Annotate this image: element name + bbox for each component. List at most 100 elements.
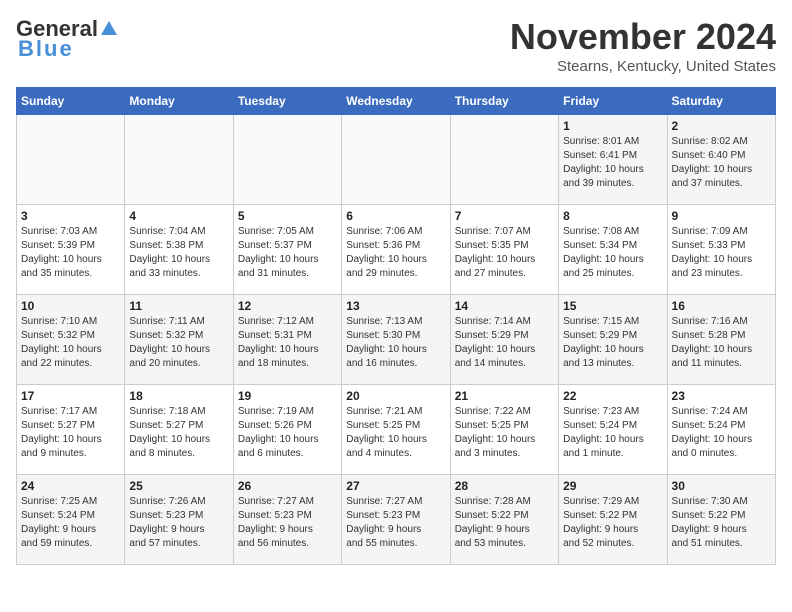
calendar-cell: 16 Sunrise: 7:16 AMSunset: 5:28 PMDayligh… bbox=[667, 295, 775, 385]
calendar-cell: 26 Sunrise: 7:27 AMSunset: 5:23 PMDayligh… bbox=[233, 475, 341, 565]
day-detail: Sunrise: 7:11 AMSunset: 5:32 PMDaylight:… bbox=[129, 315, 228, 371]
day-number: 21 bbox=[455, 389, 554, 403]
day-number: 24 bbox=[21, 479, 120, 493]
calendar-cell bbox=[125, 115, 233, 205]
day-detail: Sunrise: 7:03 AMSunset: 5:39 PMDaylight:… bbox=[21, 225, 120, 281]
calendar-cell: 22 Sunrise: 7:23 AMSunset: 5:24 PMDayligh… bbox=[559, 385, 667, 475]
day-number: 17 bbox=[21, 389, 120, 403]
day-number: 8 bbox=[563, 209, 662, 223]
day-detail: Sunrise: 7:05 AMSunset: 5:37 PMDaylight:… bbox=[238, 225, 337, 281]
calendar-cell: 5 Sunrise: 7:05 AMSunset: 5:37 PMDaylight… bbox=[233, 205, 341, 295]
day-detail: Sunrise: 8:01 AMSunset: 6:41 PMDaylight:… bbox=[563, 135, 662, 191]
calendar-cell: 18Sunrise: 7:18 AMSunset: 5:27 PMDayligh… bbox=[125, 385, 233, 475]
day-number: 2 bbox=[672, 119, 771, 133]
day-number: 19 bbox=[238, 389, 337, 403]
day-detail: Sunrise: 7:07 AMSunset: 5:35 PMDaylight:… bbox=[455, 225, 554, 281]
day-number: 28 bbox=[455, 479, 554, 493]
day-number: 16 bbox=[672, 299, 771, 313]
day-detail: Sunrise: 7:06 AMSunset: 5:36 PMDaylight:… bbox=[346, 225, 445, 281]
calendar-cell: 7Sunrise: 7:07 AMSunset: 5:35 PMDaylight… bbox=[450, 205, 558, 295]
day-detail: Sunrise: 7:17 AMSunset: 5:27 PMDaylight:… bbox=[21, 405, 120, 461]
weekday-header-monday: Monday bbox=[125, 88, 233, 115]
calendar-week-5: 24 Sunrise: 7:25 AMSunset: 5:24 PMDayligh… bbox=[17, 475, 776, 565]
month-title: November 2024 bbox=[510, 16, 776, 58]
location: Stearns, Kentucky, United States bbox=[510, 58, 776, 75]
weekday-header-sunday: Sunday bbox=[17, 88, 125, 115]
day-number: 1 bbox=[563, 119, 662, 133]
calendar-cell bbox=[233, 115, 341, 205]
calendar-header-row: SundayMondayTuesdayWednesdayThursdayFrid… bbox=[17, 88, 776, 115]
day-detail: Sunrise: 7:04 AMSunset: 5:38 PMDaylight:… bbox=[129, 225, 228, 281]
calendar-cell: 21 Sunrise: 7:22 AMSunset: 5:25 PMDayligh… bbox=[450, 385, 558, 475]
calendar-cell: 25 Sunrise: 7:26 AMSunset: 5:23 PMDayligh… bbox=[125, 475, 233, 565]
day-number: 11 bbox=[129, 299, 228, 313]
weekday-header-thursday: Thursday bbox=[450, 88, 558, 115]
day-number: 26 bbox=[238, 479, 337, 493]
day-number: 20 bbox=[346, 389, 445, 403]
day-detail: Sunrise: 7:10 AMSunset: 5:32 PMDaylight:… bbox=[21, 315, 120, 371]
day-number: 12 bbox=[238, 299, 337, 313]
calendar-cell: 1 Sunrise: 8:01 AMSunset: 6:41 PMDaylight… bbox=[559, 115, 667, 205]
day-detail: Sunrise: 7:22 AMSunset: 5:25 PMDaylight:… bbox=[455, 405, 554, 461]
day-detail: Sunrise: 7:08 AMSunset: 5:34 PMDaylight:… bbox=[563, 225, 662, 281]
calendar-cell: 3 Sunrise: 7:03 AMSunset: 5:39 PMDaylight… bbox=[17, 205, 125, 295]
day-detail: Sunrise: 7:09 AMSunset: 5:33 PMDaylight:… bbox=[672, 225, 771, 281]
calendar-cell bbox=[17, 115, 125, 205]
calendar-cell: 15Sunrise: 7:15 AMSunset: 5:29 PMDayligh… bbox=[559, 295, 667, 385]
day-number: 30 bbox=[672, 479, 771, 493]
day-number: 13 bbox=[346, 299, 445, 313]
day-detail: Sunrise: 7:30 AMSunset: 5:22 PMDaylight:… bbox=[672, 495, 771, 551]
day-number: 9 bbox=[672, 209, 771, 223]
calendar-cell bbox=[450, 115, 558, 205]
title-block: November 2024 Stearns, Kentucky, United … bbox=[510, 16, 776, 75]
calendar-cell: 10Sunrise: 7:10 AMSunset: 5:32 PMDayligh… bbox=[17, 295, 125, 385]
weekday-header-friday: Friday bbox=[559, 88, 667, 115]
day-number: 14 bbox=[455, 299, 554, 313]
day-number: 5 bbox=[238, 209, 337, 223]
weekday-header-tuesday: Tuesday bbox=[233, 88, 341, 115]
calendar-cell: 9 Sunrise: 7:09 AMSunset: 5:33 PMDaylight… bbox=[667, 205, 775, 295]
weekday-header-wednesday: Wednesday bbox=[342, 88, 450, 115]
day-detail: Sunrise: 7:25 AMSunset: 5:24 PMDaylight:… bbox=[21, 495, 120, 551]
day-detail: Sunrise: 7:13 AMSunset: 5:30 PMDaylight:… bbox=[346, 315, 445, 371]
calendar-cell: 2Sunrise: 8:02 AMSunset: 6:40 PMDaylight… bbox=[667, 115, 775, 205]
calendar-cell: 24 Sunrise: 7:25 AMSunset: 5:24 PMDayligh… bbox=[17, 475, 125, 565]
day-detail: Sunrise: 7:27 AMSunset: 5:23 PMDaylight:… bbox=[238, 495, 337, 551]
day-detail: Sunrise: 7:21 AMSunset: 5:25 PMDaylight:… bbox=[346, 405, 445, 461]
calendar-cell: 23 Sunrise: 7:24 AMSunset: 5:24 PMDayligh… bbox=[667, 385, 775, 475]
day-detail: Sunrise: 7:23 AMSunset: 5:24 PMDaylight:… bbox=[563, 405, 662, 461]
day-detail: Sunrise: 7:29 AMSunset: 5:22 PMDaylight:… bbox=[563, 495, 662, 551]
day-detail: Sunrise: 7:15 AMSunset: 5:29 PMDaylight:… bbox=[563, 315, 662, 371]
calendar-cell: 30 Sunrise: 7:30 AMSunset: 5:22 PMDayligh… bbox=[667, 475, 775, 565]
calendar-week-4: 17 Sunrise: 7:17 AMSunset: 5:27 PMDayligh… bbox=[17, 385, 776, 475]
calendar-cell: 29 Sunrise: 7:29 AMSunset: 5:22 PMDayligh… bbox=[559, 475, 667, 565]
calendar-cell: 4Sunrise: 7:04 AMSunset: 5:38 PMDaylight… bbox=[125, 205, 233, 295]
day-number: 25 bbox=[129, 479, 228, 493]
calendar-week-2: 3 Sunrise: 7:03 AMSunset: 5:39 PMDaylight… bbox=[17, 205, 776, 295]
logo-blue: Blue bbox=[18, 36, 74, 62]
calendar-table: SundayMondayTuesdayWednesdayThursdayFrid… bbox=[16, 87, 776, 565]
day-detail: Sunrise: 7:18 AMSunset: 5:27 PMDaylight:… bbox=[129, 405, 228, 461]
day-number: 23 bbox=[672, 389, 771, 403]
calendar-cell: 27Sunrise: 7:27 AMSunset: 5:23 PMDayligh… bbox=[342, 475, 450, 565]
day-detail: Sunrise: 7:19 AMSunset: 5:26 PMDaylight:… bbox=[238, 405, 337, 461]
day-detail: Sunrise: 7:14 AMSunset: 5:29 PMDaylight:… bbox=[455, 315, 554, 371]
calendar-cell: 8 Sunrise: 7:08 AMSunset: 5:34 PMDaylight… bbox=[559, 205, 667, 295]
calendar-cell: 12 Sunrise: 7:12 AMSunset: 5:31 PMDayligh… bbox=[233, 295, 341, 385]
day-detail: Sunrise: 7:26 AMSunset: 5:23 PMDaylight:… bbox=[129, 495, 228, 551]
day-detail: Sunrise: 7:16 AMSunset: 5:28 PMDaylight:… bbox=[672, 315, 771, 371]
day-detail: Sunrise: 7:28 AMSunset: 5:22 PMDaylight:… bbox=[455, 495, 554, 551]
calendar-week-1: 1 Sunrise: 8:01 AMSunset: 6:41 PMDaylight… bbox=[17, 115, 776, 205]
calendar-cell: 19 Sunrise: 7:19 AMSunset: 5:26 PMDayligh… bbox=[233, 385, 341, 475]
day-number: 3 bbox=[21, 209, 120, 223]
day-number: 6 bbox=[346, 209, 445, 223]
calendar-cell: 17 Sunrise: 7:17 AMSunset: 5:27 PMDayligh… bbox=[17, 385, 125, 475]
day-detail: Sunrise: 7:12 AMSunset: 5:31 PMDaylight:… bbox=[238, 315, 337, 371]
day-detail: Sunrise: 7:24 AMSunset: 5:24 PMDaylight:… bbox=[672, 405, 771, 461]
calendar-cell: 14 Sunrise: 7:14 AMSunset: 5:29 PMDayligh… bbox=[450, 295, 558, 385]
day-number: 29 bbox=[563, 479, 662, 493]
logo-icon bbox=[99, 19, 119, 39]
calendar-cell: 13 Sunrise: 7:13 AMSunset: 5:30 PMDayligh… bbox=[342, 295, 450, 385]
calendar-week-3: 10Sunrise: 7:10 AMSunset: 5:32 PMDayligh… bbox=[17, 295, 776, 385]
day-number: 22 bbox=[563, 389, 662, 403]
